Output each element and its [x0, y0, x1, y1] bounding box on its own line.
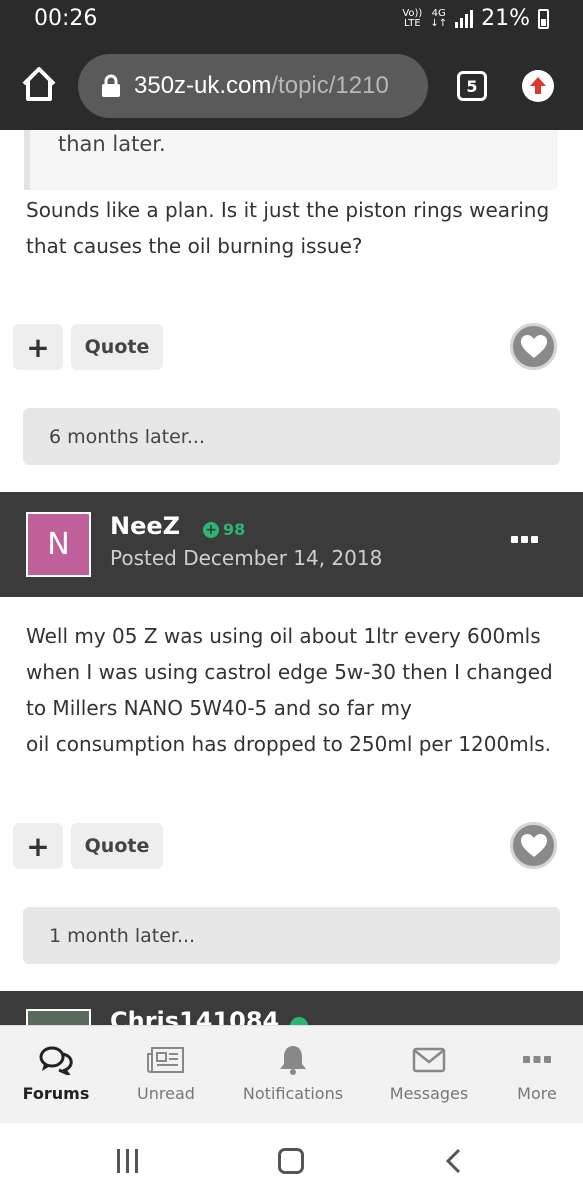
post-date: Posted December 14, 2018: [110, 546, 383, 570]
home-icon[interactable]: [20, 64, 58, 104]
author-name[interactable]: NeeZ: [110, 512, 180, 540]
network-type-indicator: 4G ↓↑: [430, 7, 448, 29]
reputation-badge: + 98: [203, 520, 245, 539]
post-body-line: when I was using castrol edge 5w-30 then…: [26, 660, 553, 684]
heart-icon: [520, 334, 547, 358]
url-path: /topic/1210: [271, 72, 389, 99]
status-bar: 00:26 Vo)) LTE 4G ↓↑ 21%: [0, 0, 583, 42]
thread-content: than later. Sounds like a plan. Is it ju…: [0, 130, 583, 1025]
plus-circle-icon: [290, 1017, 308, 1025]
bell-icon: [278, 1044, 308, 1076]
home-button-icon[interactable]: [278, 1148, 304, 1174]
reputation-count: 98: [223, 520, 246, 539]
back-icon[interactable]: [444, 1147, 464, 1175]
avatar[interactable]: [26, 1009, 91, 1025]
system-nav-bar: [0, 1122, 583, 1200]
quote-text: than later.: [58, 132, 166, 156]
url-domain: 350z-uk.com: [134, 72, 272, 99]
status-icons: Vo)) LTE 4G ↓↑ 21%: [402, 6, 549, 31]
quote-button[interactable]: Quote: [71, 324, 163, 370]
time-gap-label: 1 month later...: [23, 907, 560, 964]
forum-bottom-nav: Forums Unread Notifications Messages Mor…: [0, 1025, 583, 1122]
nav-forums[interactable]: Forums: [14, 1026, 98, 1123]
post-header: Chris141084: [0, 991, 583, 1025]
nav-messages[interactable]: Messages: [384, 1026, 474, 1123]
newspaper-icon: [147, 1044, 185, 1076]
post-header: N NeeZ + 98 Posted December 14, 2018: [0, 492, 583, 597]
avatar[interactable]: N: [26, 512, 91, 577]
plus-circle-icon: +: [203, 521, 219, 538]
multiquote-button[interactable]: +: [13, 324, 63, 370]
address-bar[interactable]: 350z-uk.com/topic/1210: [78, 54, 428, 118]
post-body-line: oil consumption has dropped to 250ml per…: [26, 732, 552, 756]
nav-notifications[interactable]: Notifications: [238, 1026, 348, 1123]
nav-unread[interactable]: Unread: [124, 1026, 208, 1123]
heart-icon: [520, 833, 547, 857]
post-body-line: Well my 05 Z was using oil about 1ltr ev…: [26, 624, 541, 648]
envelope-icon: [412, 1044, 446, 1076]
post-body: Well my 05 Z was using oil about 1ltr ev…: [26, 618, 561, 762]
battery-icon: [538, 8, 549, 29]
browser-toolbar: 350z-uk.com/topic/1210 5: [0, 42, 583, 130]
lock-icon: [102, 74, 120, 97]
reply-text: Sounds like a plan. Is it just the pisto…: [26, 198, 550, 258]
recent-apps-icon[interactable]: [117, 1149, 138, 1173]
like-button[interactable]: [510, 323, 557, 370]
post-options-icon[interactable]: [511, 536, 538, 543]
quote-button[interactable]: Quote: [71, 823, 163, 869]
signal-icon: [455, 9, 474, 28]
chat-bubbles-icon: [39, 1044, 73, 1076]
multiquote-button[interactable]: +: [13, 823, 63, 869]
dots-icon: [523, 1044, 551, 1076]
quote-block: than later.: [24, 130, 558, 190]
update-icon[interactable]: [522, 70, 554, 102]
post-body-line: to Millers NANO 5W40-5 and so far my: [26, 696, 412, 720]
status-time: 00:26: [34, 6, 98, 31]
volte-indicator: Vo)) LTE: [402, 7, 423, 29]
like-button[interactable]: [510, 822, 557, 869]
nav-more[interactable]: More: [508, 1026, 566, 1123]
author-name[interactable]: Chris141084: [110, 1007, 279, 1025]
battery-percent: 21%: [481, 6, 530, 31]
time-gap-label: 6 months later...: [23, 408, 560, 465]
tab-switcher-button[interactable]: 5: [457, 71, 487, 101]
